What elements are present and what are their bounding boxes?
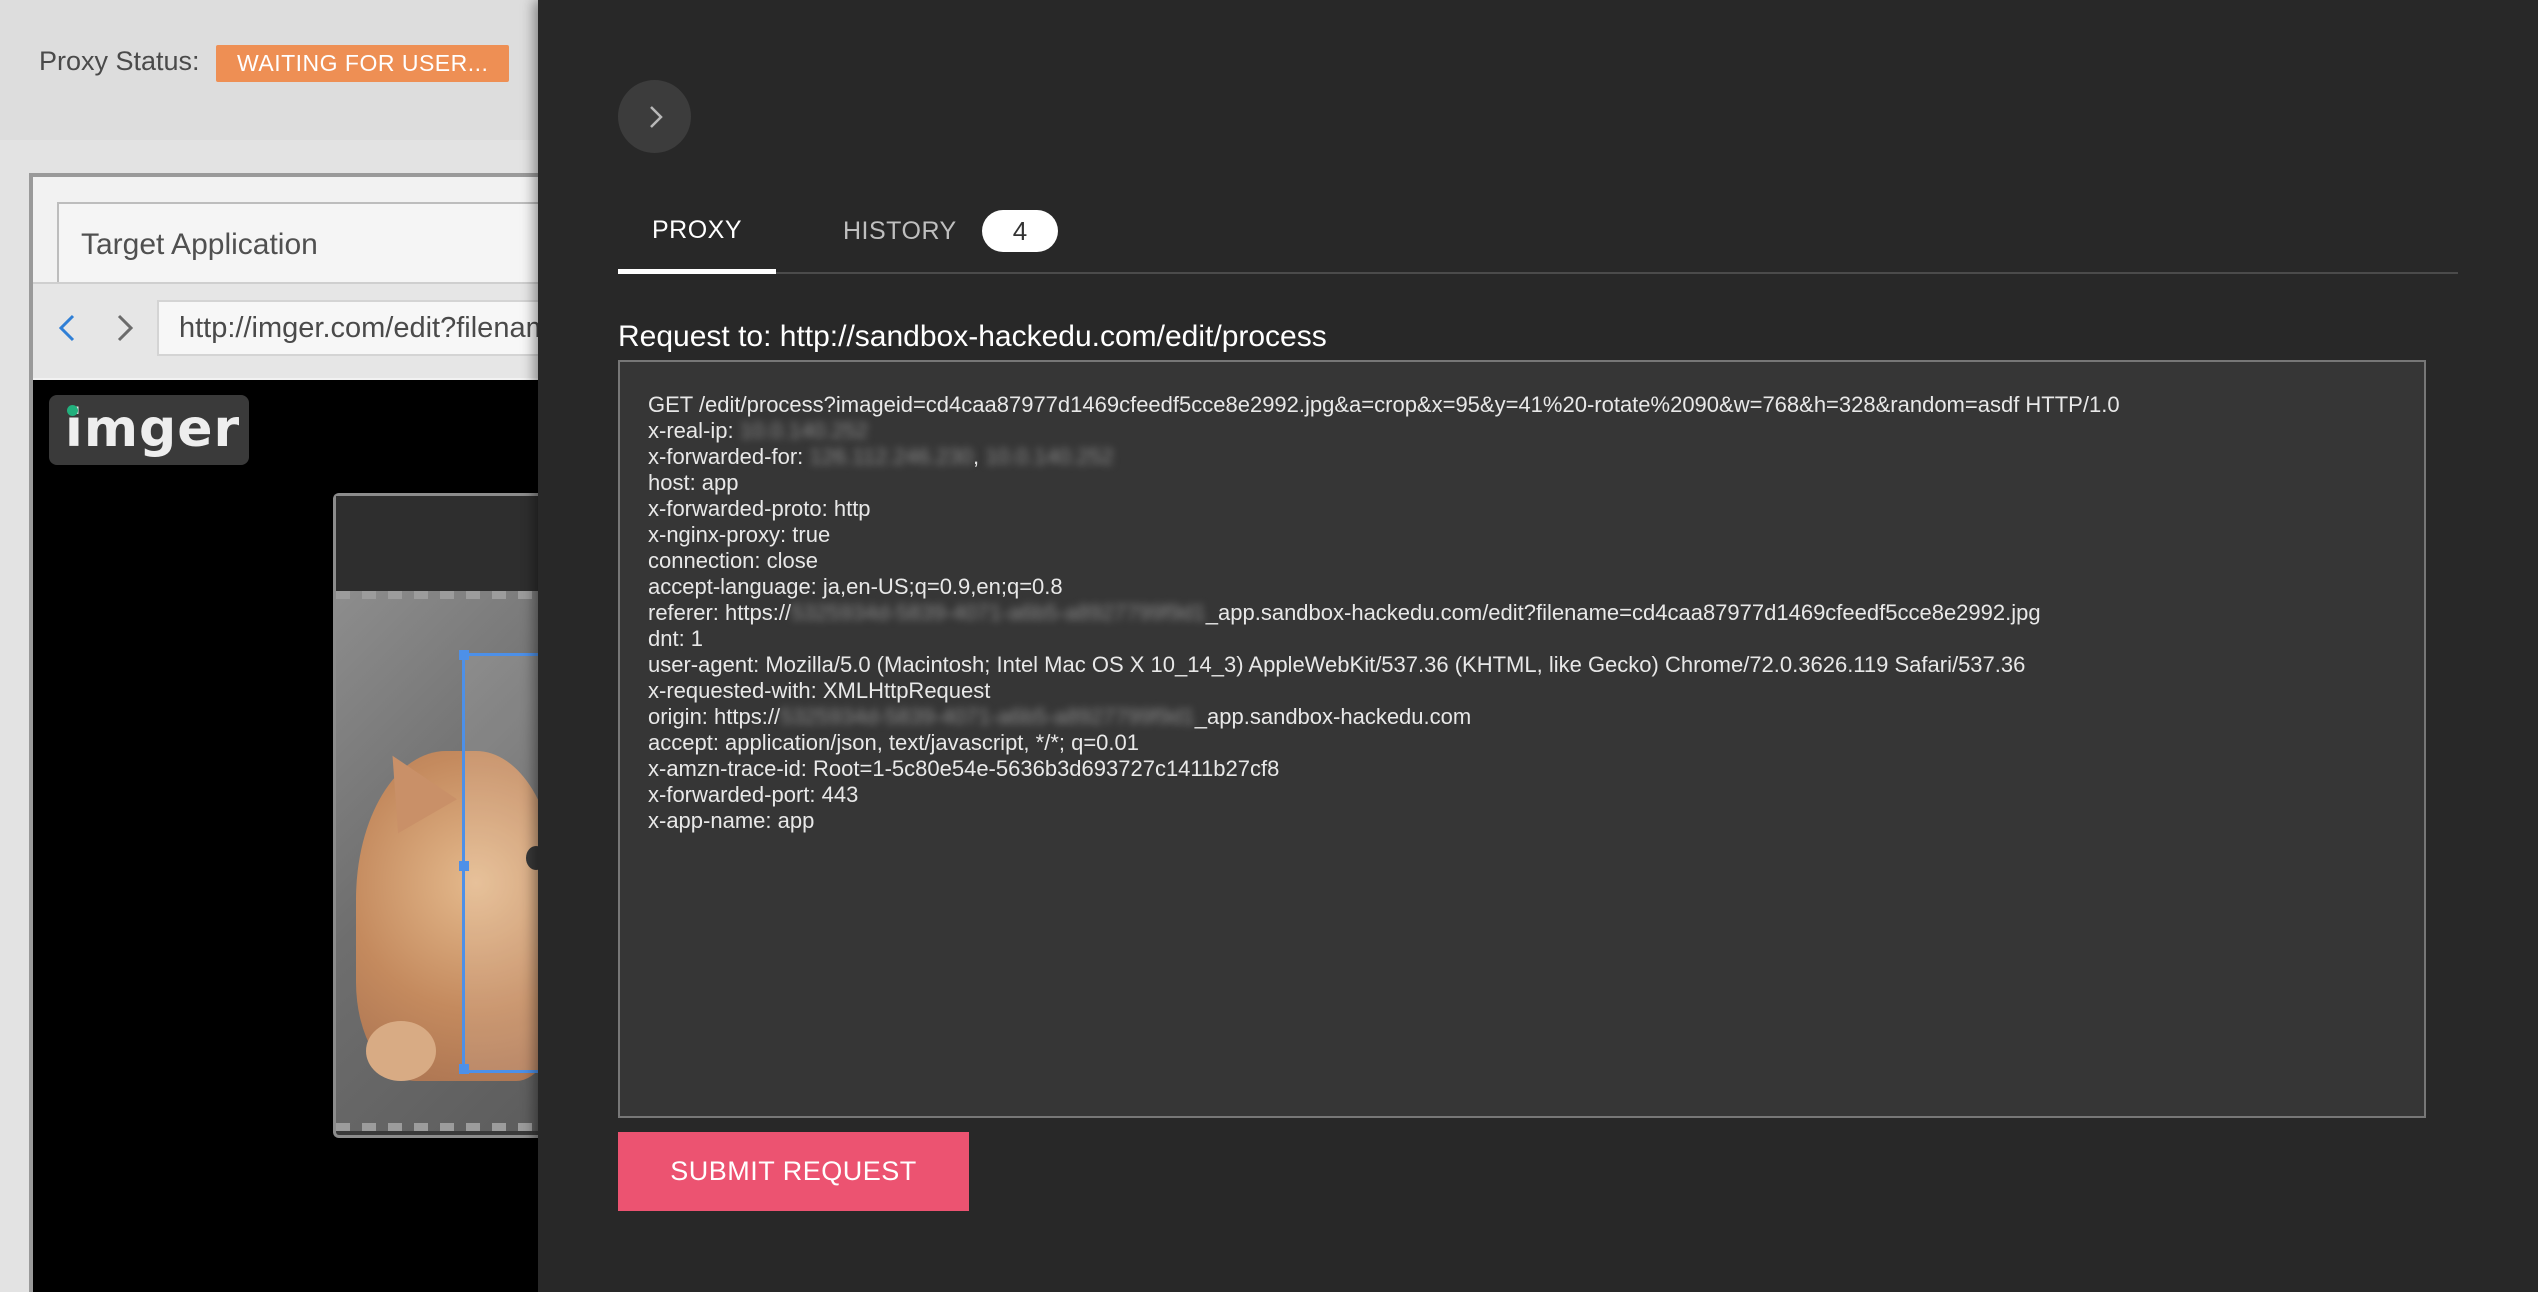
header-referer: referer: https://5325934d-5839-4071-a6b5… [648,600,2396,626]
header-origin: origin: https://5325934d-5839-4071-a6b5-… [648,704,2396,730]
chevron-left-icon[interactable] [53,308,83,348]
proxy-status-badge: WAITING FOR USER... [216,45,510,82]
url-bar[interactable]: http://imger.com/edit?filename=cd4caa879… [157,300,538,356]
collapse-panel-button[interactable] [618,80,691,153]
kitten-photo [336,591,538,1131]
imger-logo[interactable]: imger [49,395,249,465]
header-x-forwarded-port: x-forwarded-port: 443 [648,782,859,807]
tab-history[interactable]: HISTORY 4 [843,200,1059,274]
header-dnt: dnt: 1 [648,626,704,651]
redacted-value: 10.0.140.252 [985,444,1114,469]
request-target-title: Request to: http://sandbox-hackedu.com/e… [618,320,1327,353]
chevron-right-icon[interactable] [109,308,139,348]
header-x-requested-with: x-requested-with: XMLHttpRequest [648,678,991,703]
crop-handle[interactable] [459,861,469,871]
redacted-value: 10.0.140.252 [739,418,869,443]
crop-selection[interactable] [459,650,538,1074]
header-value: _app.sandbox-hackedu.com/edit?filename=c… [1205,600,2041,625]
browser-tab[interactable]: Target Application [57,202,538,282]
header-key: x-real-ip: [648,418,734,443]
header-x-forwarded-for: x-forwarded-for: 126.112.246.230, 10.0.1… [648,444,2396,470]
header-key: x-forwarded-for: [648,444,804,469]
history-count-badge: 4 [982,210,1059,253]
submit-request-button[interactable]: SUBMIT REQUEST [618,1132,969,1211]
header-user-agent: user-agent: Mozilla/5.0 (Macintosh; Inte… [648,652,2026,677]
crop-handle[interactable] [459,650,469,660]
app-page: imger [33,380,538,1292]
header-x-real-ip: x-real-ip: 10.0.140.252 [648,418,2396,444]
proxy-status-label: Proxy Status: [39,46,200,76]
header-accept: accept: application/json, text/javascrip… [648,730,1140,755]
header-key: referer: https:// [648,600,792,625]
header-x-nginx-proxy: x-nginx-proxy: true [648,522,831,547]
tab-history-label: HISTORY [843,217,957,246]
browser-tab-title: Target Application [81,228,318,261]
target-app-pane: Proxy Status: WAITING FOR USER... Target… [0,0,538,1292]
browser-window: Target Application http://imger.com/edit… [29,173,538,1292]
browser-toolbar: http://imger.com/edit?filename=cd4caa879… [33,282,538,378]
header-value: _app.sandbox-hackedu.com [1194,704,1472,729]
redacted-value: 5325934d-5839-4071-a6b5-a8927799f9d1 [780,704,1195,729]
kitten-paw [366,1021,436,1081]
panel-tabs: PROXY HISTORY 4 [618,200,2458,274]
chevron-right-icon [649,106,663,128]
logo-dot [67,405,78,416]
editor-header [336,496,538,591]
header-x-app-name: x-app-name: app [648,808,815,833]
logo-text: imger [65,399,241,459]
redacted-value: 126.112.246.230 [809,444,973,469]
request-editor[interactable]: GET /edit/process?imageid=cd4caa87977d14… [618,360,2426,1118]
header-host: host: app [648,470,739,495]
request-line: GET /edit/process?imageid=cd4caa87977d14… [648,392,2120,417]
header-key: origin: https:// [648,704,781,729]
header-connection: connection: close [648,548,818,573]
image-editor [333,493,538,1138]
redacted-value: 5325934d-5839-4071-a6b5-a8927799f9d1 [791,600,1206,625]
header-accept-language: accept-language: ja,en-US;q=0.9,en;q=0.8 [648,574,1063,599]
crop-guide-top [336,591,538,599]
proxy-status-bar: Proxy Status: WAITING FOR USER... [0,0,538,140]
proxy-panel: PROXY HISTORY 4 Request to: http://sandb… [538,0,2538,1292]
crop-handle[interactable] [459,1064,469,1074]
header-x-amzn-trace-id: x-amzn-trace-id: Root=1-5c80e54e-5636b3d… [648,756,1280,781]
header-x-forwarded-proto: x-forwarded-proto: http [648,496,871,521]
tab-proxy[interactable]: PROXY [618,200,776,274]
separator: , [972,444,980,469]
crop-guide-bottom [336,1123,538,1131]
